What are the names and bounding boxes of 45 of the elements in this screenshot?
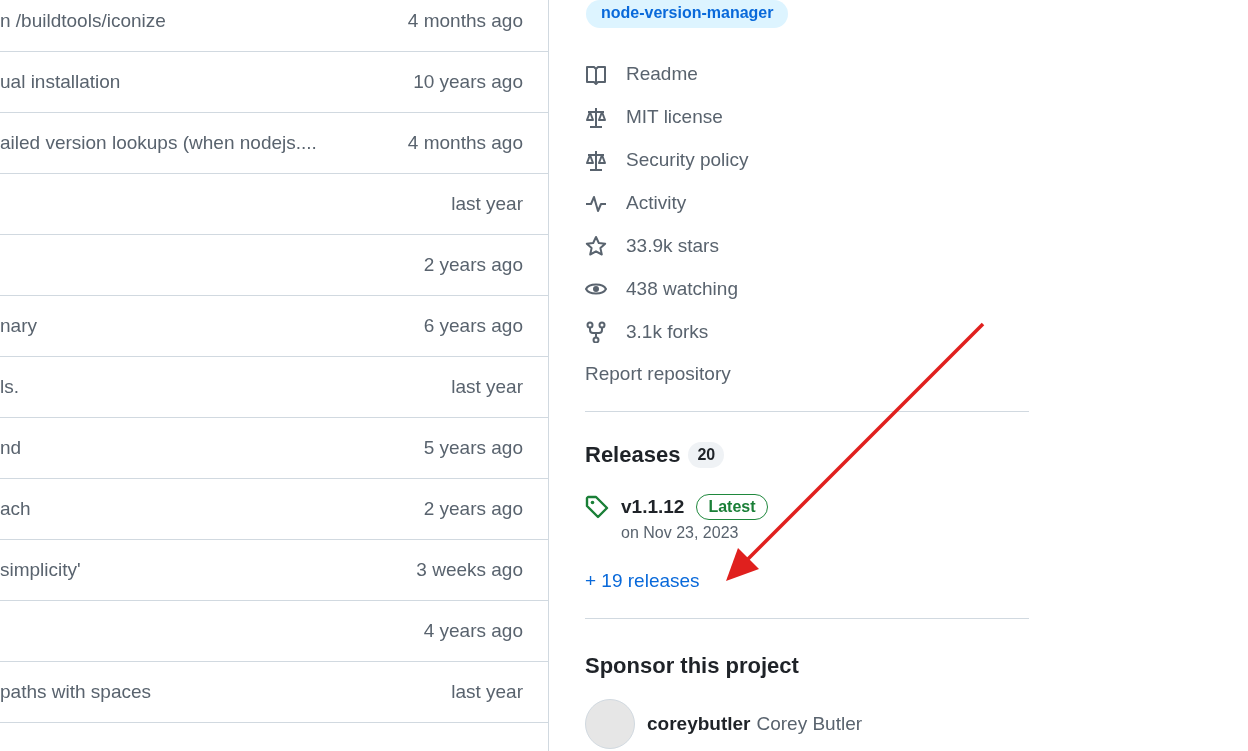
section-heading[interactable]: Releases (585, 442, 681, 468)
commit-message[interactable]: n /buildtools/iconize (0, 10, 166, 32)
sidebar-link[interactable]: 438 watching (626, 278, 738, 300)
book-icon (585, 63, 607, 85)
commit-message[interactable]: ual installation (0, 71, 121, 93)
commit-message[interactable]: paths with spaces (0, 681, 152, 703)
commit-time: 10 years ago (413, 71, 523, 93)
commit-message[interactable]: ailed version lookups (when nodejs.... (0, 132, 317, 154)
sidebar-link[interactable]: Activity (626, 192, 687, 214)
releases-link[interactable]: + 19 releases (585, 570, 700, 592)
commit-time: last year (451, 193, 523, 215)
commit-message[interactable]: nary (0, 315, 37, 337)
topic-tag[interactable]: node-version-manager (586, 0, 789, 28)
commit-time: 4 months ago (407, 132, 523, 154)
commit-time: 4 months ago (407, 10, 523, 32)
sidebar-link[interactable]: Readme (626, 63, 698, 85)
scale-icon (585, 149, 607, 171)
section-heading: Sponsor this project (585, 653, 800, 679)
sponsor-name: Corey Butler (756, 713, 863, 735)
commit-time: 2 years ago (423, 498, 523, 520)
scale-icon (585, 106, 607, 128)
sidebar-link[interactable]: 33.9k stars (626, 235, 719, 257)
commit-time: 6 years ago (423, 315, 523, 337)
avatar[interactable] (585, 699, 635, 749)
commit-time: last year (451, 376, 523, 398)
commit-message[interactable]: simplicity' (0, 559, 81, 581)
release-link[interactable]: v1.1.12 (621, 496, 685, 518)
star-icon (585, 235, 607, 257)
commit-time: 5 years ago (423, 437, 523, 459)
sidebar-link[interactable]: 3.1k forks (626, 321, 709, 343)
commit-time: last year (451, 681, 523, 703)
fork-icon (585, 321, 607, 343)
commit-time: 4 years ago (423, 620, 523, 642)
commit-message[interactable]: ls. (0, 376, 19, 398)
sponsor-login[interactable]: coreybutler (647, 713, 751, 735)
commit-message[interactable]: ach (0, 498, 31, 520)
release-date: on Nov 23, 2023 (621, 524, 739, 542)
commit-time: 3 weeks ago (416, 559, 523, 581)
report-link[interactable]: Report repository (585, 363, 731, 385)
commit-time: 2 years ago (423, 254, 523, 276)
tag-icon (585, 495, 609, 519)
sidebar-link[interactable]: Security policy (626, 149, 749, 171)
sidebar-link[interactable]: MIT license (626, 106, 723, 128)
release-count: 20 (688, 442, 725, 468)
commit-message[interactable]: nd (0, 437, 22, 459)
